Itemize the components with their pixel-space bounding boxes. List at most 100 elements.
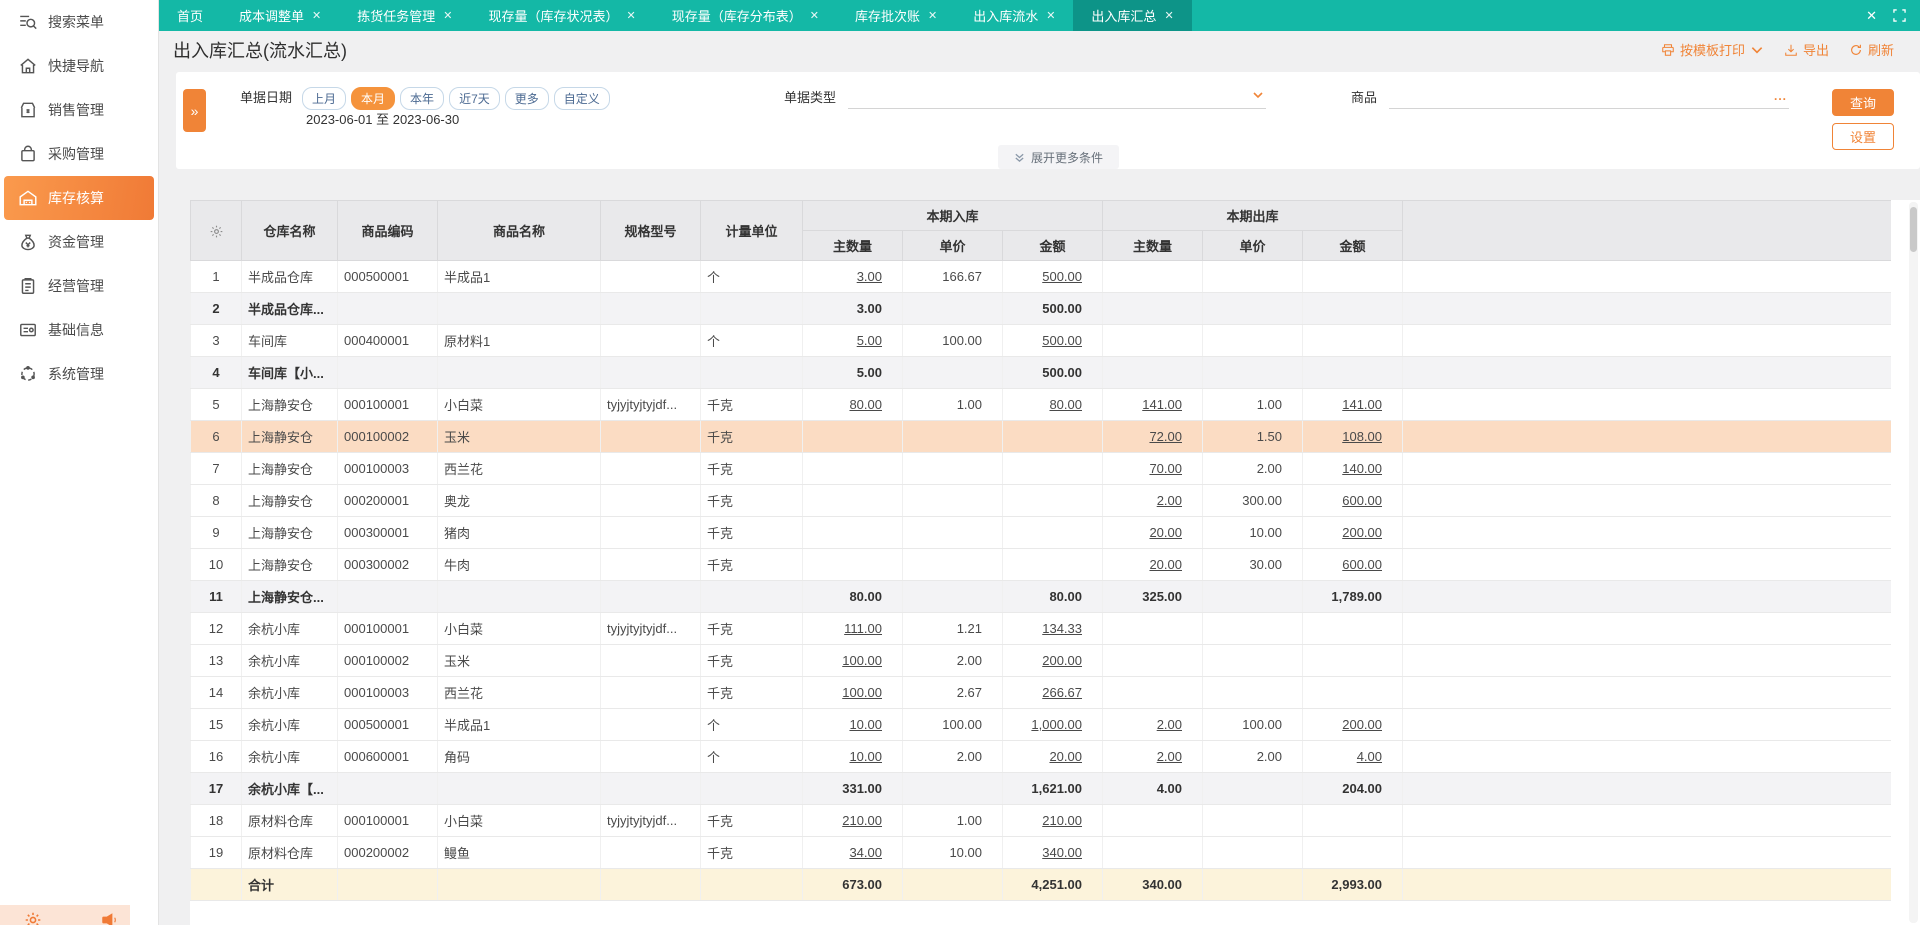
tab-close-icon[interactable]: ✕ bbox=[627, 9, 636, 22]
table-row[interactable]: 11 上海静安仓... 80.00 80.00 325.00 1,789.00 bbox=[190, 580, 1891, 613]
tab-inout-summary[interactable]: 出入库汇总 ✕ bbox=[1073, 0, 1192, 31]
column-settings-gear-icon[interactable] bbox=[209, 224, 224, 239]
drill-down-link[interactable]: 2.00 bbox=[1157, 717, 1182, 732]
date-pill[interactable]: 自定义 bbox=[553, 87, 610, 110]
table-row[interactable]: 8 上海静安仓 000200001 奥龙 千克 2.00 300.00 600.00 bbox=[190, 484, 1891, 517]
drill-down-link[interactable]: 3.00 bbox=[857, 269, 882, 284]
drill-down-link[interactable]: 200.00 bbox=[1342, 525, 1382, 540]
drill-down-link[interactable]: 1,000.00 bbox=[1031, 717, 1082, 732]
print-by-template-button[interactable]: 按模板打印 bbox=[1661, 40, 1764, 59]
drill-down-link[interactable]: 600.00 bbox=[1342, 557, 1382, 572]
table-row[interactable]: 5 上海静安仓 000100001 小白菜 tyjyjtyjtyjdf... 千克 80.0… bbox=[190, 388, 1891, 421]
sidebar-item-base-info[interactable]: 基础信息 bbox=[0, 308, 158, 352]
sidebar-item-quick-nav[interactable]: 快捷导航 bbox=[0, 44, 158, 88]
table-row[interactable]: 7 上海静安仓 000100003 西兰花 千克 70.00 2.00 140.00 bbox=[190, 452, 1891, 485]
drill-down-link[interactable]: 200.00 bbox=[1342, 717, 1382, 732]
drill-down-link[interactable]: 340.00 bbox=[1042, 845, 1082, 860]
drill-down-link[interactable]: 210.00 bbox=[842, 813, 882, 828]
drill-down-link[interactable]: 600.00 bbox=[1342, 493, 1382, 508]
date-pill[interactable]: 更多 bbox=[504, 87, 549, 110]
product-picker-button[interactable]: ... bbox=[1774, 89, 1787, 103]
tab-close-icon[interactable]: ✕ bbox=[312, 9, 321, 22]
scrollbar-thumb[interactable] bbox=[1910, 207, 1917, 252]
drill-down-link[interactable]: 134.33 bbox=[1042, 621, 1082, 636]
doc-type-caret-icon[interactable] bbox=[1252, 89, 1264, 104]
sidebar-item-purchase[interactable]: 采购管理 bbox=[0, 132, 158, 176]
date-range-value[interactable]: 2023-06-01 至 2023-06-30 bbox=[306, 109, 459, 128]
table-row[interactable]: 3 车间库 000400001 原材料1 个 5.00 100.00 500.00 bbox=[190, 324, 1891, 357]
drill-down-link[interactable]: 20.00 bbox=[1049, 749, 1082, 764]
tab-stock-distribution[interactable]: 现存量（库存分布表） ✕ bbox=[654, 0, 837, 31]
table-row[interactable]: 13 余杭小库 000100002 玉米 千克 100.00 2.00 200.00 bbox=[190, 644, 1891, 677]
table-row[interactable]: 17 余杭小库【... 331.00 1,621.00 4.00 204.00 bbox=[190, 772, 1891, 805]
drill-down-link[interactable]: 266.67 bbox=[1042, 685, 1082, 700]
drill-down-link[interactable]: 500.00 bbox=[1042, 333, 1082, 348]
table-row[interactable]: 4 车间库【小... 5.00 500.00 bbox=[190, 356, 1891, 389]
product-input[interactable] bbox=[1389, 87, 1790, 109]
table-row[interactable]: 2 半成品仓库... 3.00 500.00 bbox=[190, 292, 1891, 325]
sidebar-item-inventory-accounting[interactable]: 库存核算 bbox=[4, 176, 154, 220]
sidebar-item-funds[interactable]: 资金管理 bbox=[0, 220, 158, 264]
tab-stock-batch[interactable]: 库存批次账 ✕ bbox=[837, 0, 955, 31]
expand-more-conditions-button[interactable]: 展开更多条件 bbox=[998, 145, 1120, 169]
search-button[interactable]: 查询 bbox=[1832, 89, 1894, 116]
drill-down-link[interactable]: 100.00 bbox=[842, 685, 882, 700]
tab-close-icon[interactable]: ✕ bbox=[810, 9, 819, 22]
drill-down-link[interactable]: 500.00 bbox=[1042, 269, 1082, 284]
drill-down-link[interactable]: 10.00 bbox=[849, 749, 882, 764]
sidebar-item-search-menu[interactable]: 搜索菜单 bbox=[0, 0, 158, 44]
settings-button[interactable]: 设置 bbox=[1832, 123, 1894, 150]
drill-down-link[interactable]: 80.00 bbox=[1049, 397, 1082, 412]
date-pill[interactable]: 近7天 bbox=[449, 87, 500, 110]
table-row[interactable]: 1 半成品仓库 000500001 半成品1 个 3.00 166.67 500.00 bbox=[190, 260, 1891, 293]
megaphone-icon[interactable] bbox=[100, 911, 118, 925]
table-row[interactable]: 18 原材料仓库 000100001 小白菜 tyjyjtyjtyjdf... 千克 210… bbox=[190, 804, 1891, 837]
drill-down-link[interactable]: 140.00 bbox=[1342, 461, 1382, 476]
drill-down-link[interactable]: 72.00 bbox=[1149, 429, 1182, 444]
tab-stock-status[interactable]: 现存量（库存状况表） ✕ bbox=[470, 0, 653, 31]
table-row[interactable]: 6 上海静安仓 000100002 玉米 千克 72.00 1.50 108.00 bbox=[190, 420, 1891, 453]
table-row[interactable]: 12 余杭小库 000100001 小白菜 tyjyjtyjtyjdf... 千克 111.… bbox=[190, 612, 1891, 645]
drill-down-link[interactable]: 20.00 bbox=[1149, 525, 1182, 540]
drill-down-link[interactable]: 5.00 bbox=[857, 333, 882, 348]
drill-down-link[interactable]: 20.00 bbox=[1149, 557, 1182, 572]
close-icon[interactable]: ✕ bbox=[1866, 8, 1877, 24]
drill-down-link[interactable]: 80.00 bbox=[849, 397, 882, 412]
date-pill[interactable]: 本月 bbox=[351, 87, 396, 110]
fullscreen-icon[interactable] bbox=[1893, 9, 1906, 22]
drill-down-link[interactable]: 2.00 bbox=[1157, 749, 1182, 764]
drill-down-link[interactable]: 141.00 bbox=[1142, 397, 1182, 412]
sidebar-item-operation[interactable]: 经营管理 bbox=[0, 264, 158, 308]
drill-down-link[interactable]: 108.00 bbox=[1342, 429, 1382, 444]
drill-down-link[interactable]: 34.00 bbox=[849, 845, 882, 860]
sidebar-item-system[interactable]: 系统管理 bbox=[0, 352, 158, 396]
drill-down-link[interactable]: 4.00 bbox=[1357, 749, 1382, 764]
gear-icon[interactable] bbox=[24, 911, 42, 925]
collapse-filter-button[interactable]: » bbox=[183, 89, 206, 132]
doc-type-input[interactable] bbox=[848, 87, 1267, 109]
tab-home[interactable]: 首页 bbox=[159, 0, 221, 31]
tab-close-icon[interactable]: ✕ bbox=[1164, 9, 1173, 22]
refresh-button[interactable]: 刷新 bbox=[1849, 40, 1894, 59]
drill-down-link[interactable]: 200.00 bbox=[1042, 653, 1082, 668]
tab-picking-task[interactable]: 拣货任务管理 ✕ bbox=[339, 0, 470, 31]
drill-down-link[interactable]: 10.00 bbox=[849, 717, 882, 732]
vertical-scrollbar[interactable] bbox=[1909, 202, 1918, 923]
date-pill[interactable]: 上月 bbox=[302, 87, 347, 110]
total-row[interactable]: 合计 673.00 4,251.00 340.00 2,993.00 bbox=[190, 868, 1891, 901]
table-row[interactable]: 14 余杭小库 000100003 西兰花 千克 100.00 2.67 266.67 bbox=[190, 676, 1891, 709]
table-row[interactable]: 19 原材料仓库 000200002 鳗鱼 千克 34.00 10.00 340.00 bbox=[190, 836, 1891, 869]
drill-down-link[interactable]: 70.00 bbox=[1149, 461, 1182, 476]
sidebar-item-sales[interactable]: 销售管理 bbox=[0, 88, 158, 132]
tab-close-icon[interactable]: ✕ bbox=[443, 9, 452, 22]
table-row[interactable]: 15 余杭小库 000500001 半成品1 个 10.00 100.00 1,000.00 2… bbox=[190, 708, 1891, 741]
tab-close-icon[interactable]: ✕ bbox=[1046, 9, 1055, 22]
drill-down-link[interactable]: 111.00 bbox=[844, 621, 882, 636]
drill-down-link[interactable]: 141.00 bbox=[1342, 397, 1382, 412]
tab-cost-adjust[interactable]: 成本调整单 ✕ bbox=[221, 0, 339, 31]
export-button[interactable]: 导出 bbox=[1784, 40, 1829, 59]
drill-down-link[interactable]: 2.00 bbox=[1157, 493, 1182, 508]
table-row[interactable]: 16 余杭小库 000600001 角码 个 10.00 2.00 20.00 2.00 2.00… bbox=[190, 740, 1891, 773]
date-pill[interactable]: 本年 bbox=[400, 87, 445, 110]
table-row[interactable]: 10 上海静安仓 000300002 牛肉 千克 20.00 30.00 600.00 bbox=[190, 548, 1891, 581]
